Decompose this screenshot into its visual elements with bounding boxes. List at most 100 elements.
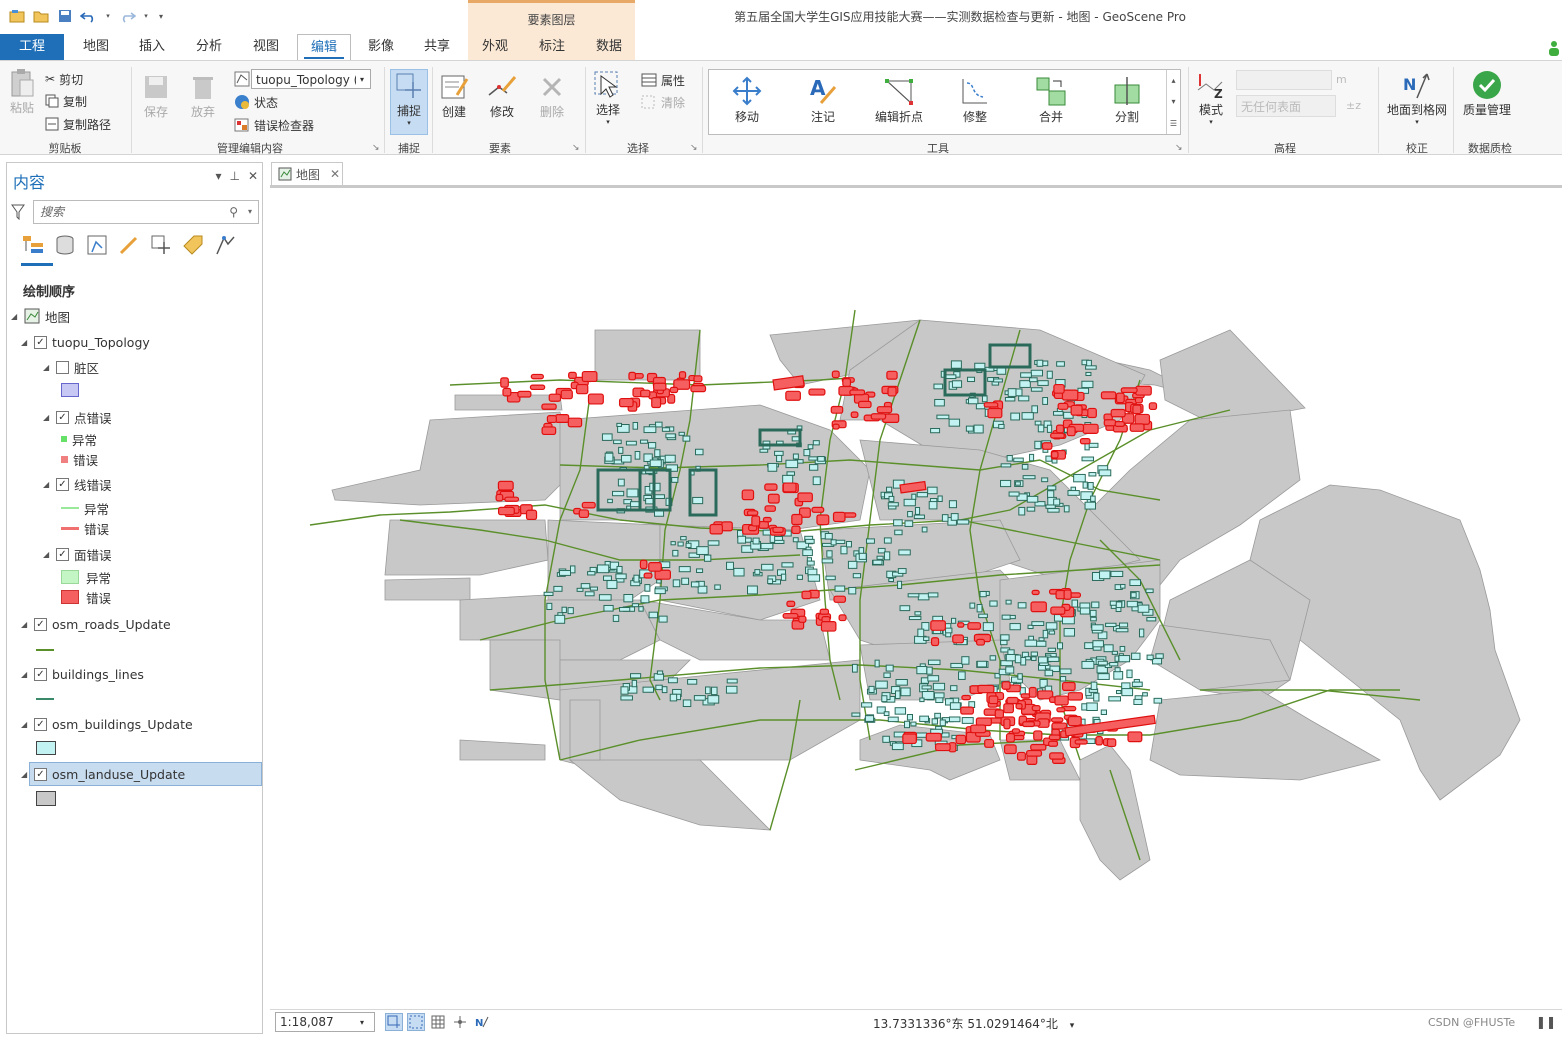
roads-visibility-checkbox[interactable]: ✓ [34, 617, 47, 631]
group-launcher-icon[interactable]: ↘ [690, 143, 698, 153]
expand-caret-icon[interactable]: ◢ [43, 550, 51, 559]
constraints-icon[interactable] [451, 1013, 469, 1031]
tree-node-buildings[interactable]: ◢ ✓ osm_buildings_Update [21, 714, 193, 734]
pin-icon[interactable]: ⊥ [229, 169, 239, 183]
merge-tool[interactable]: 合并 [1015, 74, 1087, 125]
snapping-view-icon[interactable] [149, 233, 173, 257]
buildings-lines-visibility-checkbox[interactable]: ✓ [34, 667, 47, 681]
open-project-icon[interactable] [32, 8, 50, 24]
data-source-icon[interactable] [53, 233, 77, 257]
tree-node-landuse[interactable]: ◢ ✓ osm_landuse_Update [21, 764, 185, 784]
attributes-button[interactable]: 属性 [641, 70, 685, 90]
drawing-order-icon[interactable] [21, 233, 45, 257]
expand-caret-icon[interactable]: ◢ [21, 720, 29, 729]
group-launcher-icon[interactable]: ↘ [572, 143, 580, 153]
expand-caret-icon[interactable]: ◢ [21, 338, 29, 347]
grid-snap-icon[interactable] [407, 1013, 425, 1031]
user-icon[interactable] [1548, 40, 1560, 59]
tab-insert[interactable]: 插入 [126, 34, 178, 60]
new-project-icon[interactable] [8, 8, 26, 24]
reshape-tool[interactable]: 修整 [939, 74, 1011, 125]
cut-button[interactable]: ✂ 剪切 [45, 69, 83, 89]
expand-caret-icon[interactable]: ◢ [11, 312, 19, 321]
annotate-tool[interactable]: A 注记 [787, 74, 859, 125]
close-icon[interactable]: ✕ [248, 169, 258, 183]
chevron-up-icon[interactable]: ▴ [1171, 76, 1175, 85]
move-tool[interactable]: 移动 [711, 74, 783, 125]
map-view[interactable] [270, 185, 1562, 1009]
delete-features-button[interactable]: 删除 [536, 71, 568, 120]
chevron-down-icon[interactable]: ▾ [1070, 1021, 1075, 1031]
group-launcher-icon[interactable]: ↘ [1175, 143, 1183, 153]
tree-node-dirty-areas[interactable]: ◢ 脏区 [43, 357, 99, 377]
tree-node-roads[interactable]: ◢ ✓ osm_roads_Update [21, 614, 171, 634]
expand-caret-icon[interactable]: ◢ [21, 620, 29, 629]
snapping-button[interactable]: 捕捉 ▾ [390, 69, 428, 135]
tab-view[interactable]: 视图 [240, 34, 292, 60]
customize-qat-icon[interactable]: ▾ [156, 8, 166, 24]
point-errors-visibility-checkbox[interactable]: ✓ [56, 410, 69, 424]
tree-node-map[interactable]: ◢ 地图 [11, 306, 70, 326]
scale-dropdown[interactable]: 1:18,087 ▾ [275, 1012, 375, 1032]
tree-node-topology[interactable]: ◢ ✓ tuopu_Topology [21, 332, 150, 352]
snapping-toggle-icon[interactable] [385, 1013, 403, 1031]
tab-appearance[interactable]: 外观 [469, 34, 521, 60]
surface-dropdown[interactable]: 无任何表面 [1236, 95, 1336, 117]
tab-analysis[interactable]: 分析 [183, 34, 235, 60]
charts-view-icon[interactable] [213, 233, 237, 257]
tab-imagery[interactable]: 影像 [355, 34, 407, 60]
tab-project[interactable]: 工程 [0, 34, 64, 60]
undo-icon[interactable] [80, 8, 98, 24]
gallery-expand-icon[interactable]: ☰ [1170, 119, 1177, 128]
tree-node-buildings-lines[interactable]: ◢ ✓ buildings_lines [21, 664, 144, 684]
expand-caret-icon[interactable]: ◢ [43, 480, 51, 489]
filter-icon[interactable] [11, 204, 25, 223]
group-launcher-icon[interactable]: ↘ [372, 143, 380, 153]
clear-selection-button[interactable]: 清除 [641, 92, 685, 112]
copy-path-button[interactable]: 复制路径 [45, 114, 111, 134]
redo-icon[interactable] [118, 8, 136, 24]
editing-view-icon[interactable] [117, 233, 141, 257]
expand-caret-icon[interactable]: ◢ [21, 670, 29, 679]
modify-features-button[interactable]: 修改 [486, 71, 518, 120]
tab-map-view[interactable]: 地图 ✕ [271, 162, 343, 185]
tab-share[interactable]: 共享 [411, 34, 463, 60]
buildings-visibility-checkbox[interactable]: ✓ [34, 717, 47, 731]
selection-view-icon[interactable] [85, 233, 109, 257]
polygon-errors-visibility-checkbox[interactable]: ✓ [56, 547, 69, 561]
topology-visibility-checkbox[interactable]: ✓ [34, 335, 47, 349]
create-features-button[interactable]: 创建 [438, 71, 470, 120]
tab-edit[interactable]: 编辑 [297, 34, 351, 61]
tab-map[interactable]: 地图 [70, 34, 122, 60]
undo-dropdown-icon[interactable]: ▾ [104, 8, 112, 24]
close-icon[interactable]: ✕ [330, 167, 340, 181]
discard-edits-button[interactable]: 放弃 [187, 71, 219, 120]
expand-caret-icon[interactable]: ◢ [43, 363, 51, 372]
topology-dropdown[interactable]: tuopu_Topology (地 ▾ [251, 69, 371, 89]
ground-to-grid-button[interactable]: N 地面到格网 ▾ [1384, 69, 1450, 126]
chevron-down-icon[interactable]: ▾ [1171, 97, 1175, 106]
landuse-visibility-checkbox[interactable]: ✓ [34, 767, 47, 781]
expand-caret-icon[interactable]: ◢ [21, 770, 29, 779]
tree-node-point-errors[interactable]: ◢ ✓ 点错误 [43, 407, 112, 427]
expand-caret-icon[interactable]: ◢ [43, 413, 51, 422]
tab-labeling[interactable]: 标注 [526, 34, 578, 60]
copy-button[interactable]: 复制 [45, 91, 87, 111]
split-tool[interactable]: 分割 [1091, 74, 1163, 125]
contents-search-input[interactable]: 搜索 ⚲ ▾ [33, 200, 259, 224]
tree-node-polygon-errors[interactable]: ◢ ✓ 面错误 [43, 544, 112, 564]
gallery-scroll[interactable]: ▴ ▾ ☰ [1166, 70, 1180, 134]
save-edits-button[interactable]: 保存 [140, 71, 172, 120]
grid-icon[interactable] [429, 1013, 447, 1031]
topology-status-button[interactable]: 状态 [234, 92, 278, 112]
labeling-view-icon[interactable] [181, 233, 205, 257]
quality-management-button[interactable]: 质量管理 [1458, 69, 1516, 118]
tab-data[interactable]: 数据 [583, 34, 635, 60]
line-errors-visibility-checkbox[interactable]: ✓ [56, 477, 69, 491]
paste-button[interactable]: 粘贴 [6, 67, 38, 116]
save-project-icon[interactable] [56, 8, 74, 24]
elevation-mode-button[interactable]: Z 模式 ▾ [1195, 69, 1227, 126]
select-button[interactable]: 选择 ▾ [592, 69, 624, 126]
z-offset-icon[interactable]: ±z [1346, 99, 1361, 112]
redo-dropdown-icon[interactable]: ▾ [142, 8, 150, 24]
